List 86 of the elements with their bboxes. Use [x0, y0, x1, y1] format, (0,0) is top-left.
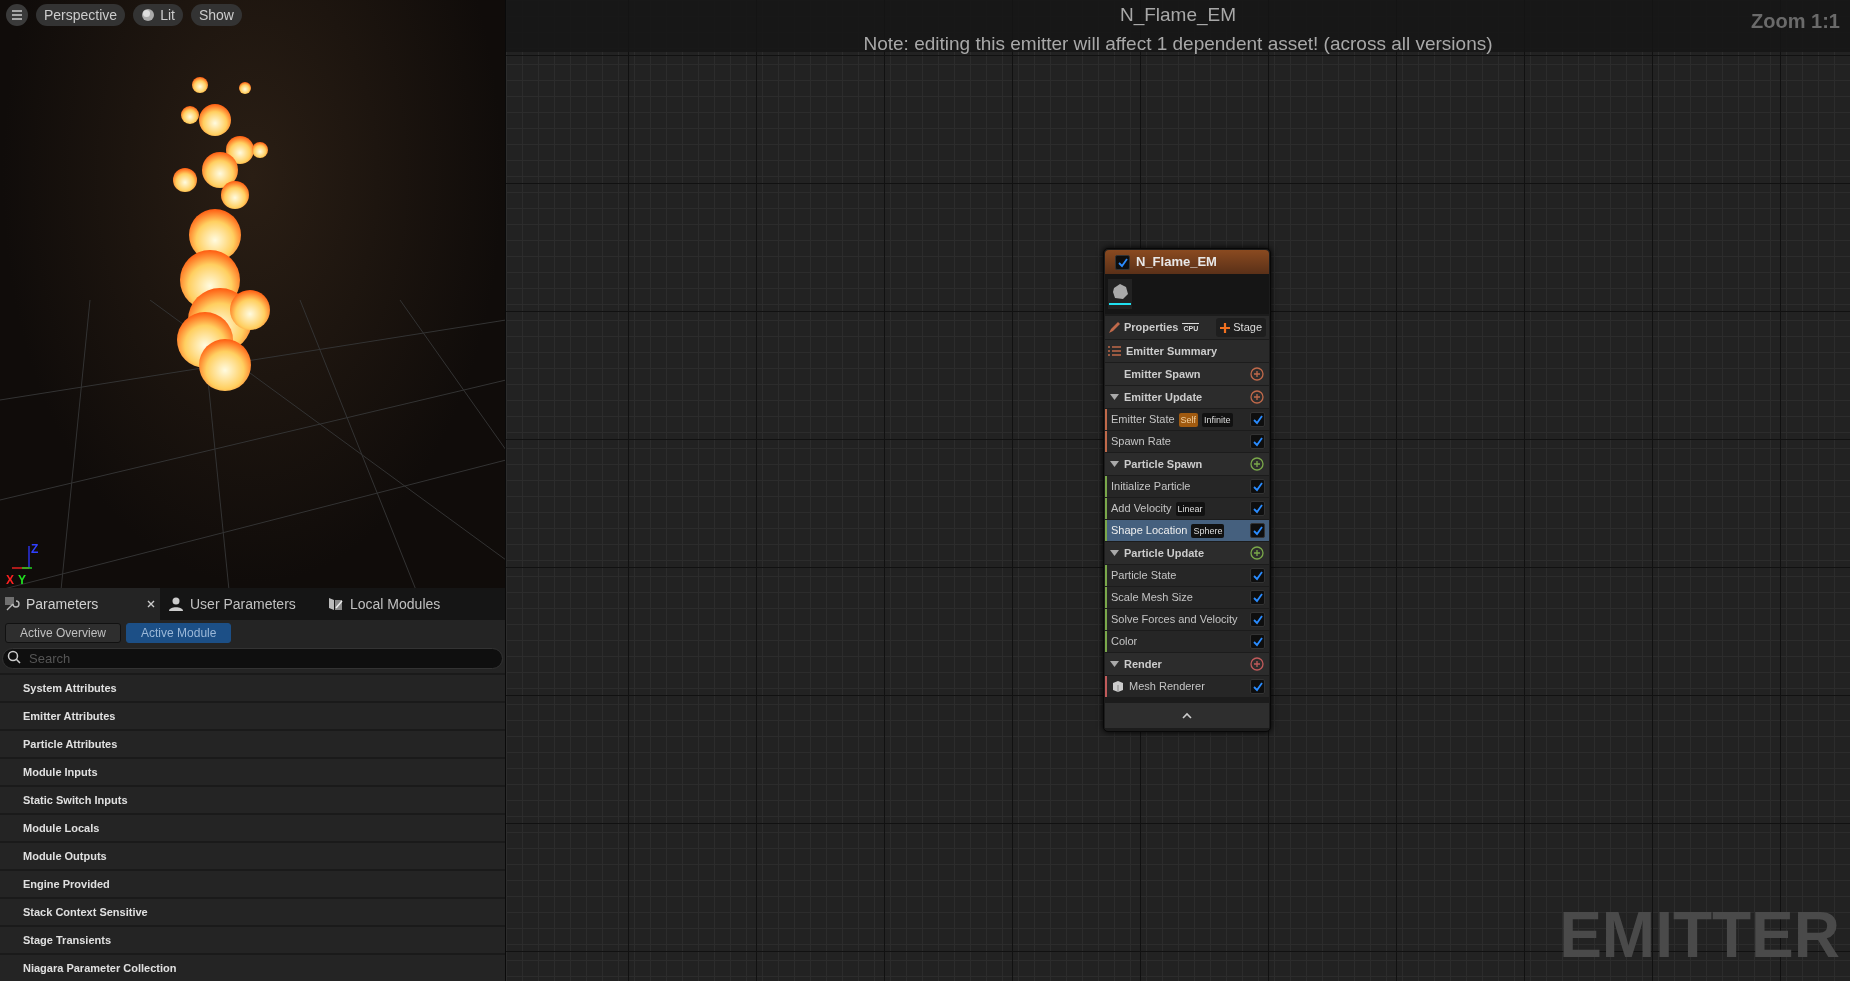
viewport-button[interactable]: Perspective: [36, 4, 126, 26]
panel-tab[interactable]: Local Modules: [320, 588, 480, 620]
category-item[interactable]: Module Locals: [23, 819, 100, 837]
stage-header[interactable]: Particle Update: [1105, 542, 1269, 564]
zoom-level: Zoom 1:1: [1751, 9, 1840, 34]
module-row[interactable]: Particle State: [1105, 565, 1269, 586]
category-item[interactable]: Static Switch Inputs: [23, 791, 128, 809]
plus-icon: [1220, 322, 1231, 333]
check-icon: [1251, 614, 1264, 625]
category-item[interactable]: Particle Attributes: [23, 735, 118, 753]
axis-label: Y: [18, 572, 26, 588]
stage-header[interactable]: Emitter Spawn: [1105, 363, 1269, 385]
checkbox[interactable]: [1250, 634, 1265, 649]
add-stage-button[interactable]: Stage: [1216, 318, 1266, 337]
check-icon: [1251, 503, 1264, 514]
panel-tab[interactable]: User Parameters: [160, 588, 320, 620]
category-item[interactable]: System Attributes: [23, 679, 117, 697]
checkbox[interactable]: [1115, 254, 1130, 270]
check-icon: [1251, 592, 1264, 603]
search-icon: [7, 650, 21, 664]
pencil-icon: [1108, 321, 1121, 334]
checkbox[interactable]: [1250, 434, 1265, 449]
properties-item[interactable]: Properties: [1108, 319, 1179, 336]
module-row[interactable]: Solve Forces and Velocity: [1105, 609, 1269, 630]
filter-button[interactable]: Active Overview: [5, 623, 122, 643]
rock-icon: [1111, 283, 1129, 301]
panel-tab[interactable]: Parameters: [0, 588, 160, 620]
module-row[interactable]: Color: [1105, 631, 1269, 652]
lighting-mode-button[interactable]: Lit: [133, 4, 183, 26]
sphere-icon: [141, 8, 156, 22]
checkbox[interactable]: [1250, 590, 1265, 605]
check-icon: [1251, 414, 1264, 425]
module-row[interactable]: Spawn Rate: [1105, 431, 1269, 452]
checkbox[interactable]: [1250, 479, 1265, 494]
node-title: N_Flame_EM: [1136, 253, 1217, 272]
module-tag: Linear: [1175, 501, 1205, 516]
category-item[interactable]: Module Inputs: [23, 763, 98, 781]
checkbox[interactable]: [1250, 679, 1265, 694]
checkbox[interactable]: [1250, 412, 1265, 427]
list-icon: [1108, 345, 1121, 357]
stage-header[interactable]: Particle Spawn: [1105, 453, 1269, 475]
check-icon: [1251, 481, 1264, 492]
graph-title: N_Flame_EM: [1119, 3, 1237, 28]
category-item[interactable]: Stage Transients: [23, 931, 112, 949]
stage-header[interactable]: Emitter Update: [1105, 386, 1269, 408]
category-item[interactable]: Module Outputs: [23, 847, 107, 865]
category-item[interactable]: Emitter Attributes: [23, 707, 116, 725]
module-tag: Sphere: [1191, 523, 1225, 538]
category-item[interactable]: Stack Context Sensitive: [23, 903, 148, 921]
module-row[interactable]: Shape Location Sphere: [1105, 520, 1269, 541]
user-icon: [168, 596, 184, 612]
search-field[interactable]: Search: [2, 648, 503, 669]
check-icon: [1251, 681, 1264, 692]
check-icon: [1251, 436, 1264, 447]
emitter-node[interactable]: [1103, 248, 1271, 732]
check-icon: [1251, 636, 1264, 647]
menu-button[interactable]: [6, 4, 28, 26]
module-row[interactable]: Add Velocity Linear: [1105, 498, 1269, 519]
module-row[interactable]: Emitter State Self Infinite: [1105, 409, 1269, 430]
check-icon: [1251, 525, 1264, 536]
module-row[interactable]: Scale Mesh Size: [1105, 587, 1269, 608]
category-item[interactable]: Engine Provided: [23, 875, 110, 893]
stage-header[interactable]: Render: [1105, 653, 1269, 675]
check-icon: [1116, 256, 1129, 268]
checkbox[interactable]: [1250, 612, 1265, 627]
checkbox[interactable]: [1250, 501, 1265, 516]
dependency-note: Note: editing this emitter will affect 1 dependent asset! (across all versions): [863, 31, 1493, 56]
filter-button[interactable]: Active Module: [126, 623, 232, 643]
cube-icon: [1111, 680, 1125, 693]
module-tag: Self: [1178, 412, 1199, 427]
graph-type-watermark: EMITTER: [1559, 903, 1840, 967]
emitter-summary-item[interactable]: Emitter Summary: [1105, 340, 1269, 362]
axis-label: X: [6, 572, 14, 588]
checkbox[interactable]: [1250, 568, 1265, 583]
module-tag: Infinite: [1202, 412, 1233, 427]
menu-icon: [10, 9, 24, 21]
module-row[interactable]: Initialize Particle: [1105, 476, 1269, 497]
wrench-icon: [4, 596, 20, 612]
module-row[interactable]: Mesh Renderer: [1105, 676, 1269, 697]
viewport-button[interactable]: Show: [190, 4, 242, 26]
chevron-up-icon: [1182, 711, 1192, 720]
checkbox[interactable]: [1250, 523, 1265, 538]
module-icon: [328, 596, 344, 612]
axis-label: Z: [31, 541, 39, 558]
renderer-thumbnail[interactable]: [1108, 279, 1132, 309]
check-icon: [1251, 570, 1264, 581]
